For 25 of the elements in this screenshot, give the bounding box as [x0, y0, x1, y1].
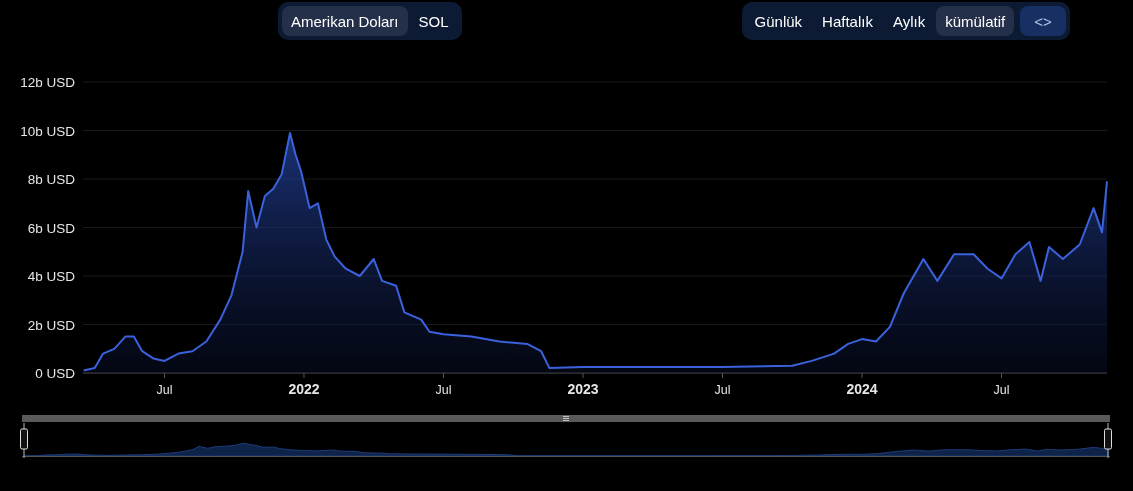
toggle-tab[interactable]: kümülatif: [936, 6, 1015, 36]
embed-button[interactable]: <>: [1020, 6, 1066, 36]
x-axis-label: Jul: [435, 383, 452, 397]
range-handle[interactable]: [1104, 422, 1112, 459]
toggle-tab[interactable]: Aylık: [883, 6, 935, 36]
scrollbar[interactable]: [22, 415, 1110, 422]
x-axis-label: 2024: [846, 381, 878, 397]
y-axis-label: 6b USD: [27, 220, 75, 236]
grip-icon[interactable]: [562, 416, 570, 421]
y-axis-label: 2b USD: [27, 317, 75, 333]
y-axis-label: 8b USD: [27, 172, 75, 187]
x-axis-label: 2023: [567, 381, 599, 397]
x-axis-label: Jul: [714, 383, 731, 397]
toggle-tab[interactable]: SOL: [409, 6, 458, 36]
x-axis-label: Jul: [156, 383, 173, 397]
y-axis-label: 0 USD: [35, 366, 75, 381]
range-handle[interactable]: [20, 422, 28, 459]
toggle-tab[interactable]: Amerikan Doları: [282, 6, 408, 36]
y-axis-label: 4b USD: [27, 269, 75, 284]
x-axis-label: 2022: [288, 381, 320, 397]
x-axis-label: Jul: [993, 383, 1010, 397]
y-axis-label: 10b USD: [20, 123, 75, 139]
toggle-tab[interactable]: Günlük: [745, 6, 812, 36]
y-axis-label: 12b USD: [20, 75, 75, 90]
toggle-tab[interactable]: Haftalık: [813, 6, 882, 36]
